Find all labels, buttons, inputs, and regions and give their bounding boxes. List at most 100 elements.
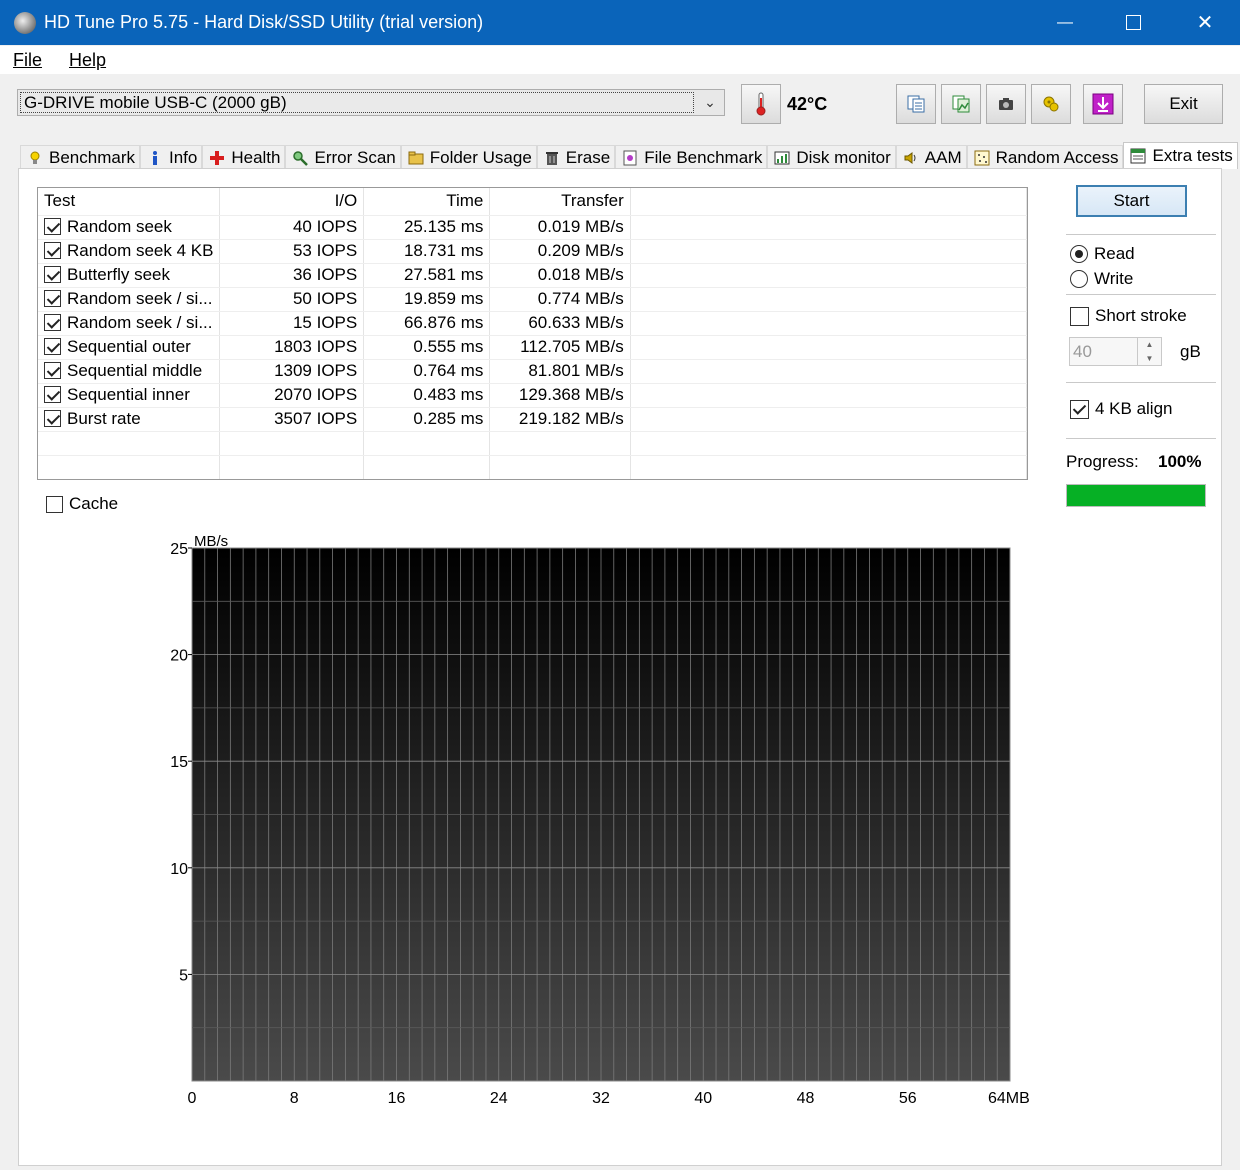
test-checkbox[interactable]	[44, 290, 61, 307]
tab-random-access[interactable]: Random Access	[966, 145, 1124, 169]
test-name: Random seek / si...	[67, 313, 213, 332]
io-cell: 40 IOPS	[219, 215, 365, 240]
short-stroke-label: Short stroke	[1095, 306, 1187, 325]
stepper-down-icon[interactable]: ▼	[1138, 352, 1161, 366]
screenshot-button[interactable]	[986, 84, 1026, 124]
tab-benchmark[interactable]: Benchmark	[20, 145, 140, 169]
y-tick-label: 5	[179, 967, 188, 984]
empty-cell	[630, 263, 1027, 288]
write-label: Write	[1094, 269, 1134, 288]
tab-file-benchmark[interactable]: File Benchmark	[615, 145, 768, 169]
tab-erase[interactable]: Erase	[536, 145, 616, 169]
download-button[interactable]	[1083, 84, 1123, 124]
test-checkbox[interactable]	[44, 410, 61, 427]
column-header-test[interactable]: Test	[38, 188, 221, 216]
tab-health[interactable]: Health	[202, 145, 286, 169]
stepper-up-icon[interactable]: ▲	[1138, 338, 1161, 352]
column-header-empty	[630, 188, 1027, 216]
test-name: Random seek	[67, 217, 172, 236]
menu-file[interactable]: File	[0, 50, 56, 71]
write-option[interactable]: Write	[1070, 269, 1133, 289]
test-name: Random seek / si...	[67, 289, 213, 308]
transfer-cell: 0.019 MB/s	[489, 215, 631, 240]
test-checkbox[interactable]	[44, 338, 61, 355]
cache-checkbox[interactable]	[46, 495, 63, 513]
tab-disk-monitor[interactable]: Disk monitor	[767, 145, 896, 169]
close-button[interactable]: ✕	[1170, 0, 1240, 45]
settings-button[interactable]	[1031, 84, 1071, 124]
short-stroke-checkbox[interactable]	[1070, 306, 1089, 326]
cache-option[interactable]: Cache	[46, 494, 118, 514]
table-row[interactable]: Random seek 40 IOPS 25.135 ms 0.019 MB/s	[38, 215, 1027, 240]
chevron-down-icon[interactable]: ⌄	[696, 94, 724, 111]
transfer-cell: 0.018 MB/s	[489, 263, 631, 288]
write-radio[interactable]	[1070, 270, 1088, 288]
column-header-io[interactable]: I/O	[219, 188, 365, 216]
test-name-cell: Sequential inner	[38, 383, 221, 408]
menu-help[interactable]: Help	[56, 50, 120, 71]
x-tick-label: 56	[899, 1090, 917, 1107]
table-row[interactable]: Random seek / si... 50 IOPS 19.859 ms 0.774…	[38, 287, 1027, 312]
table-row-empty	[38, 455, 1027, 479]
copy-text-button[interactable]	[896, 84, 936, 124]
speaker-icon	[903, 150, 919, 166]
tab-error-scan[interactable]: Error Scan	[285, 145, 401, 169]
copy-text-icon	[907, 95, 925, 113]
test-checkbox[interactable]	[44, 386, 61, 403]
short-stroke-value[interactable]: 40	[1070, 338, 1137, 365]
empty-cell	[630, 215, 1027, 240]
tab-bar: Benchmark Info Health Error Scan Folder …	[20, 142, 1238, 169]
test-checkbox[interactable]	[44, 362, 61, 379]
empty-cell	[489, 431, 631, 456]
column-header-time[interactable]: Time	[363, 188, 491, 216]
table-row[interactable]: Burst rate 3507 IOPS 0.285 ms 219.182 MB/s	[38, 407, 1027, 432]
time-cell: 0.764 ms	[363, 359, 491, 384]
io-cell: 36 IOPS	[219, 263, 365, 288]
exit-button[interactable]: Exit	[1144, 84, 1223, 124]
copy-image-button[interactable]	[941, 84, 981, 124]
table-row[interactable]: Sequential inner 2070 IOPS 0.483 ms 129.368…	[38, 383, 1027, 408]
read-option[interactable]: Read	[1070, 244, 1135, 264]
transfer-cell: 219.182 MB/s	[489, 407, 631, 432]
tab-aam[interactable]: AAM	[895, 145, 967, 169]
test-name-cell: Sequential middle	[38, 359, 221, 384]
short-stroke-stepper[interactable]: 40 ▲ ▼	[1069, 337, 1162, 366]
align-option[interactable]: 4 KB align	[1070, 399, 1173, 419]
time-cell: 0.555 ms	[363, 335, 491, 360]
x-tick-label: 48	[797, 1090, 815, 1107]
align-checkbox[interactable]	[1070, 399, 1089, 419]
temperature-button[interactable]	[741, 84, 781, 124]
tab-extra-tests[interactable]: Extra tests	[1123, 142, 1238, 169]
empty-cell	[630, 359, 1027, 384]
test-checkbox[interactable]	[44, 314, 61, 331]
read-radio[interactable]	[1070, 245, 1088, 263]
test-checkbox[interactable]	[44, 266, 61, 283]
monitor-chart-icon	[774, 150, 790, 166]
column-header-transfer[interactable]: Transfer	[489, 188, 631, 216]
time-cell: 25.135 ms	[363, 215, 491, 240]
short-stroke-option[interactable]: Short stroke	[1070, 306, 1187, 326]
drive-dropdown[interactable]: G-DRIVE mobile USB-C (2000 gB) ⌄	[17, 89, 725, 116]
maximize-button[interactable]	[1098, 0, 1168, 45]
file-benchmark-icon	[622, 150, 638, 166]
minimize-button[interactable]: —	[1030, 0, 1100, 45]
time-cell: 18.731 ms	[363, 239, 491, 264]
tab-info[interactable]: Info	[139, 145, 203, 169]
table-row[interactable]: Sequential outer 1803 IOPS 0.555 ms 112.705…	[38, 335, 1027, 360]
test-name-cell: Burst rate	[38, 407, 221, 432]
table-row[interactable]: Butterfly seek 36 IOPS 27.581 ms 0.018 MB/s	[38, 263, 1027, 288]
test-name-cell: Random seek / si...	[38, 287, 221, 312]
transfer-cell: 0.774 MB/s	[489, 287, 631, 312]
tab-folder-usage[interactable]: Folder Usage	[400, 145, 537, 169]
test-checkbox[interactable]	[44, 218, 61, 235]
table-row[interactable]: Random seek / si... 15 IOPS 66.876 ms 60.63…	[38, 311, 1027, 336]
start-button[interactable]: Start	[1076, 185, 1187, 217]
table-row[interactable]: Sequential middle 1309 IOPS 0.764 ms 81.801…	[38, 359, 1027, 384]
progress-label: Progress:	[1066, 452, 1139, 471]
info-icon	[147, 150, 163, 166]
empty-cell	[630, 455, 1027, 479]
y-tick-label: 25	[170, 541, 188, 558]
table-row[interactable]: Random seek 4 KB 53 IOPS 18.731 ms 0.209 MB…	[38, 239, 1027, 264]
test-checkbox[interactable]	[44, 242, 61, 259]
test-name-cell: Random seek / si...	[38, 311, 221, 336]
